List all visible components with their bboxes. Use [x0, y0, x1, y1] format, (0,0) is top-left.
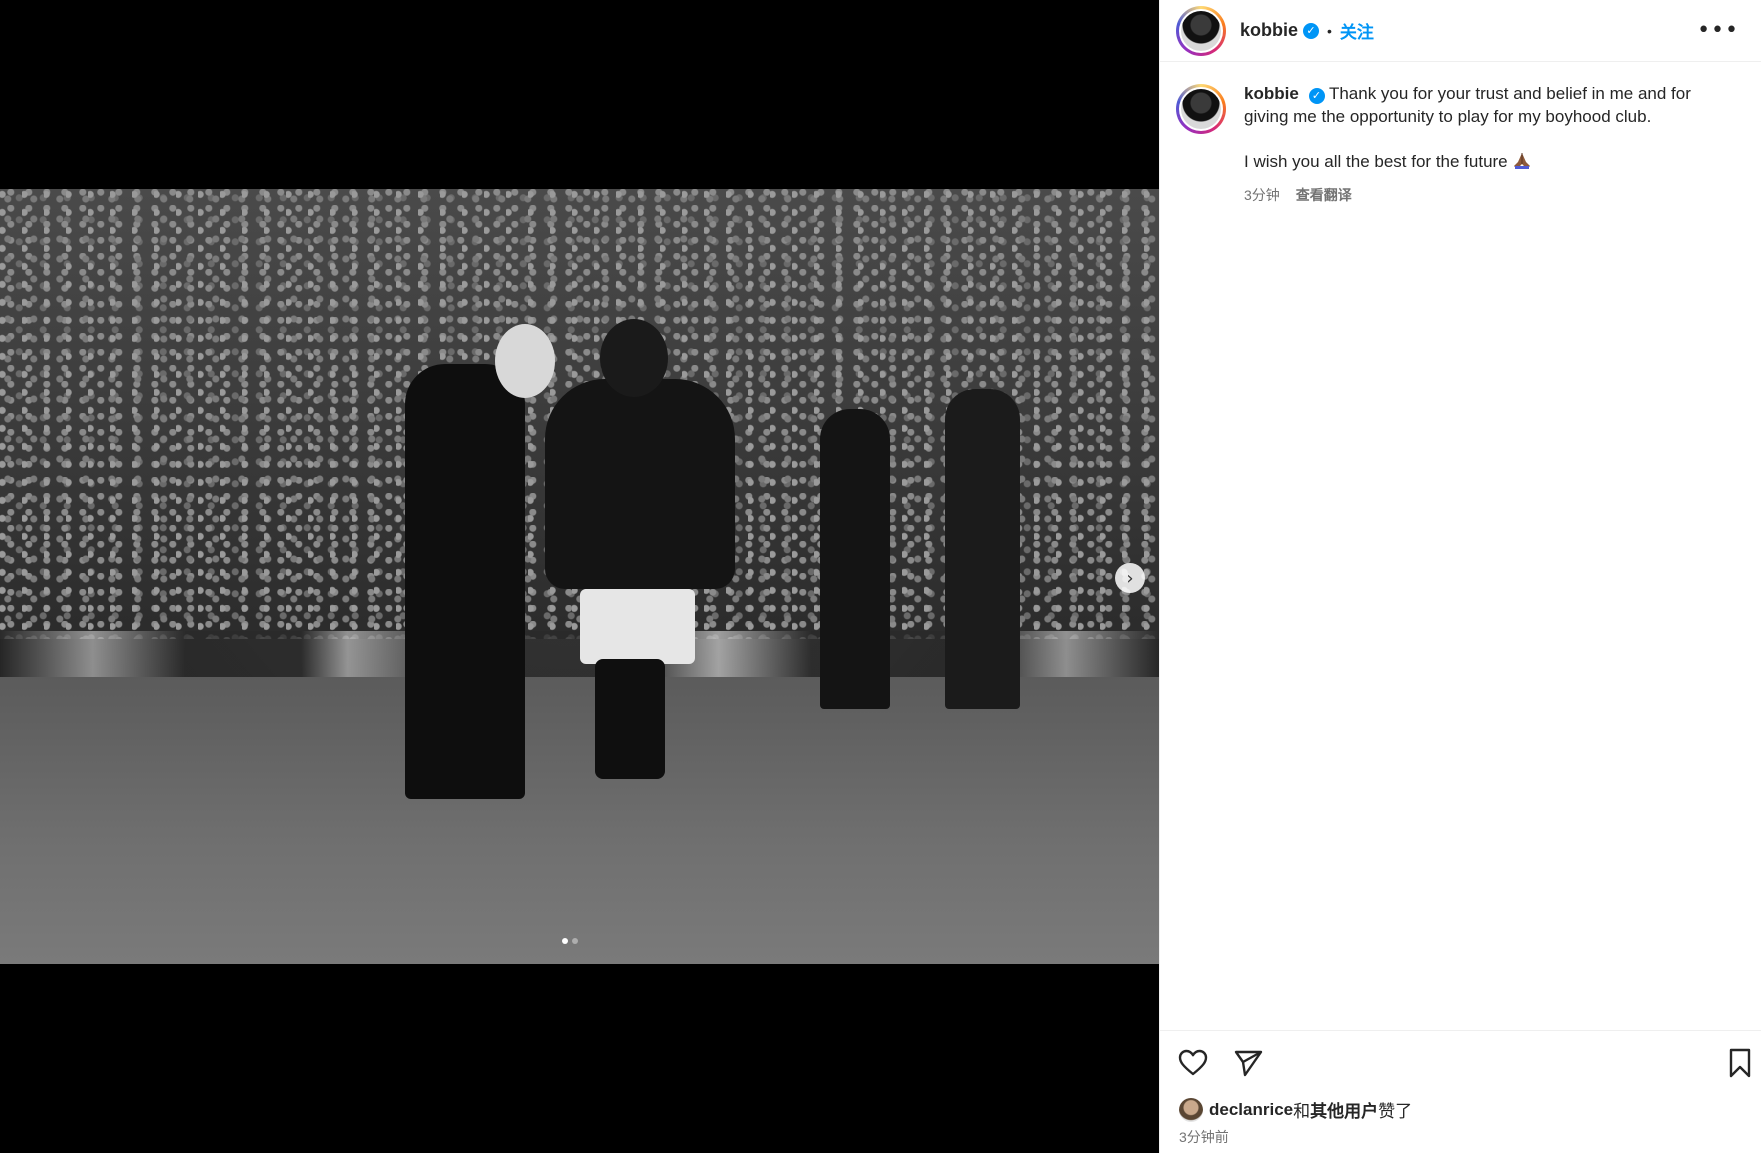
photo-player-shorts — [580, 589, 695, 664]
chevron-right-icon: › — [1126, 567, 1134, 589]
bookmark-icon[interactable] — [1724, 1047, 1756, 1079]
post-photo[interactable] — [0, 189, 1159, 964]
carousel-dot — [572, 938, 578, 944]
carousel-dot-active — [562, 938, 568, 944]
verified-badge-icon: ✓ — [1303, 22, 1320, 39]
photo-pitch — [0, 677, 1159, 964]
avatar-image — [1181, 10, 1221, 51]
post-header: kobbie ✓ • 关注 ••• — [1160, 0, 1761, 62]
author-avatar[interactable] — [1176, 5, 1226, 56]
share-icon[interactable] — [1232, 1047, 1264, 1079]
more-options-icon[interactable]: ••• — [1697, 18, 1739, 43]
author-username[interactable]: kobbie — [1240, 20, 1298, 41]
photo-coach-head — [495, 324, 555, 398]
photo-background-figure — [945, 389, 1020, 709]
follow-button[interactable]: 关注 — [1340, 18, 1374, 43]
photo-background-figure — [820, 409, 890, 709]
post-side-panel: kobbie ✓ • 关注 ••• kobbie ✓ Thank you for… — [1159, 0, 1761, 1153]
photo-player-legs — [595, 659, 665, 779]
caption-username[interactable]: kobbie — [1244, 84, 1299, 103]
likes-summary: declanrice 和 其他用户 赞了 — [1179, 1097, 1412, 1122]
next-slide-button[interactable]: › — [1115, 563, 1145, 593]
liker-avatar[interactable] — [1179, 1097, 1203, 1122]
post-time: 3分钟前 — [1179, 1129, 1229, 1145]
verified-badge-icon: ✓ — [1308, 87, 1325, 104]
photo-coach-figure — [405, 364, 525, 799]
folded-hands-emoji-icon — [1514, 153, 1531, 169]
likes-connector: 和 — [1293, 1102, 1311, 1121]
caption-body: kobbie ✓ Thank you for your trust and be… — [1244, 82, 1714, 205]
likes-suffix: 赞了 — [1378, 1102, 1413, 1121]
caption-text: kobbie ✓ Thank you for your trust and be… — [1244, 82, 1714, 128]
caption-time: 3分钟 — [1244, 187, 1280, 203]
caption-author-avatar[interactable] — [1176, 84, 1226, 134]
header-separator: • — [1327, 22, 1332, 39]
photo-player-figure — [545, 379, 735, 589]
heart-icon[interactable] — [1177, 1047, 1209, 1079]
media-pane: › — [0, 0, 1159, 1153]
caption-meta: 3分钟 查看翻译 — [1244, 185, 1714, 205]
caption: kobbie ✓ Thank you for your trust and be… — [1160, 62, 1761, 205]
caption-line-2-wrap: I wish you all the best for the future — [1244, 150, 1714, 173]
see-translation-link[interactable]: 查看翻译 — [1296, 185, 1352, 205]
other-likers-link[interactable]: 其他用户 — [1310, 1097, 1378, 1122]
caption-line-2: I wish you all the best for the future — [1244, 152, 1508, 171]
liker-username[interactable]: declanrice — [1209, 1100, 1293, 1120]
photo-player-head — [600, 319, 668, 397]
carousel-dots — [562, 938, 578, 944]
avatar-image — [1181, 89, 1221, 129]
action-bar — [1160, 1030, 1761, 1086]
